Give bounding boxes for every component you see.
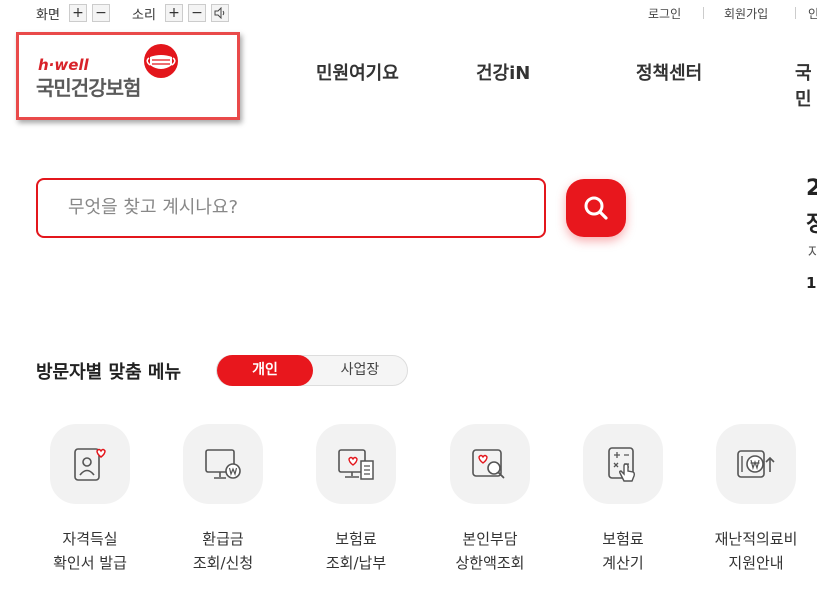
logo-text[interactable]: 국민건강보험 [36,72,141,101]
util-link-partial[interactable]: 인 [808,5,817,22]
screen-zoom-out-button[interactable]: − [92,4,110,22]
right-panel-text: 자 [808,245,817,261]
menu-label: 자격득실 확인서 발급 [53,530,127,572]
menu-label: 환급금 조회/신청 [192,530,254,572]
menu-label: 보험료 계산기 [602,530,644,572]
mask-logo-icon [143,43,179,79]
menu-item-premium[interactable] [316,424,396,504]
menu-item-refund[interactable] [183,424,263,504]
nav-item-civil[interactable]: 민원여기요 [316,59,399,85]
monitor-won-icon [205,449,241,479]
right-panel-text: 1 [806,274,817,292]
heart-search-icon [472,449,505,479]
menu-label: 재난적의료비 지원안내 [714,530,798,572]
tab-personal[interactable]: 개인 [217,355,313,386]
sound-up-button[interactable]: + [165,4,183,22]
id-card-icon [74,448,106,481]
utility-bar: 화면 + − 소리 + − 로그인 회원가입 인 [0,0,817,28]
divider [795,7,796,19]
search-icon [584,196,608,220]
tab-business[interactable]: 사업장 [313,356,407,385]
screen-zoom-in-button[interactable]: + [69,4,87,22]
nav-item-health[interactable]: 건강iN [476,59,530,85]
search-input[interactable] [66,180,530,234]
nav-item-policy[interactable]: 정책센터 [636,59,702,85]
menu-item-catastrophic-support[interactable] [716,424,796,504]
screen-size-label: 화면 [36,8,60,23]
calculator-icon [608,447,636,482]
menu-item-calculator[interactable] [583,424,663,504]
visitor-toggle: 개인 사업장 [216,355,408,386]
login-link[interactable]: 로그인 [648,5,681,22]
search-box [36,178,546,238]
menu-item-qualification[interactable] [50,424,130,504]
section-title: 방문자별 맞춤 메뉴 [36,362,182,383]
menu-item-copay-limit[interactable] [450,424,530,504]
search-button[interactable] [566,179,626,237]
signup-link[interactable]: 회원가입 [724,5,768,22]
sound-label: 소리 [132,8,156,23]
right-panel-text: 정 [806,212,817,237]
nav-item-partial[interactable]: 국민 [795,59,817,111]
right-panel-text: 2 [806,176,817,201]
menu-label: 본인부담 상한액조회 [455,530,525,572]
divider [703,7,704,19]
sound-down-button[interactable]: − [188,4,206,22]
won-up-icon [737,450,775,478]
menu-label: 보험료 조회/납부 [325,530,387,572]
speaker-icon[interactable] [211,4,229,22]
invoice-icon [338,449,374,480]
